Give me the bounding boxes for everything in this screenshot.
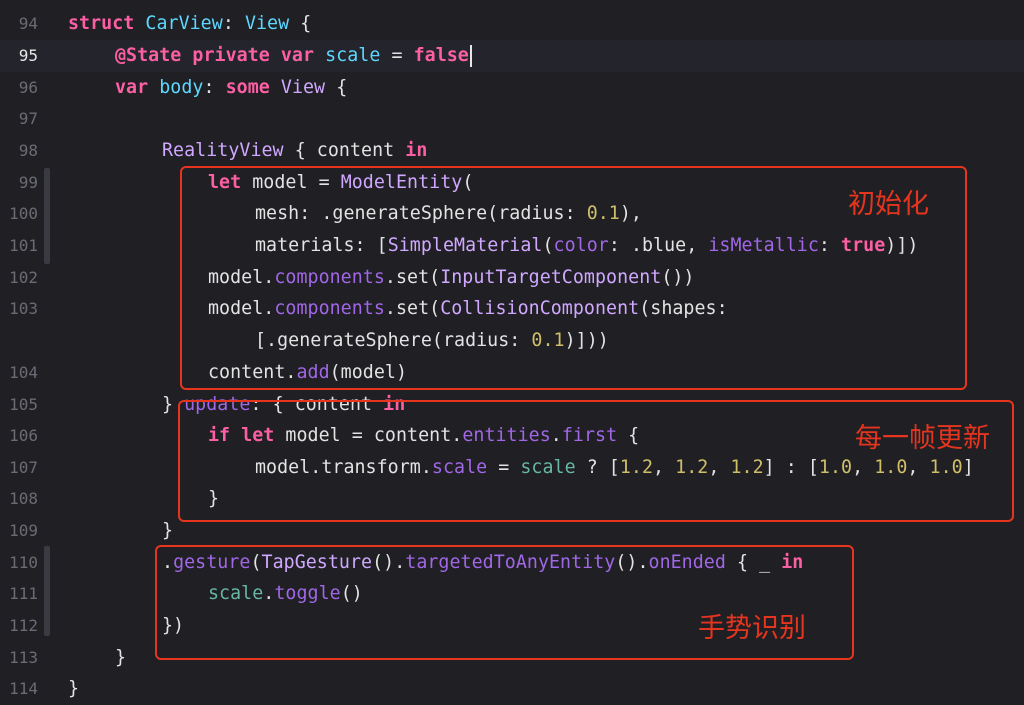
code-text: struct CarView: View { (68, 13, 312, 35)
line-number: 108 (9, 489, 38, 509)
line-number: 97 (18, 109, 38, 129)
code-line[interactable]: 114 } (0, 673, 1024, 705)
line-number: 101 (9, 236, 38, 256)
code-line-active[interactable]: 95 @State private var scale = false (0, 40, 1024, 72)
update-annotation-label: 每一帧更新 (855, 423, 990, 454)
line-number: 107 (9, 458, 38, 478)
code-text: var body: some View { (115, 77, 348, 99)
code-line[interactable]: 96 var body: some View { (0, 72, 1024, 104)
line-number: 109 (9, 521, 38, 541)
code-editor[interactable]: 94 struct CarView: View { 95 @State priv… (0, 0, 1024, 699)
line-number: 105 (9, 395, 38, 415)
code-text: @State private var scale = false (115, 44, 472, 67)
line-number: 104 (9, 363, 38, 383)
text-cursor (469, 44, 472, 67)
code-line[interactable]: 97 (0, 103, 1024, 135)
line-number: 113 (9, 648, 38, 668)
line-number: 114 (9, 679, 38, 699)
line-number: 99 (18, 173, 38, 193)
line-number: 96 (18, 78, 38, 98)
line-number: 95 (18, 46, 38, 66)
line-number: 112 (9, 616, 38, 636)
gesture-annotation-label: 手势识别 (698, 613, 806, 644)
code-text: RealityView { content in (162, 140, 428, 162)
line-number: 102 (9, 268, 38, 288)
line-number: 106 (9, 426, 38, 446)
line-number: 94 (18, 14, 38, 34)
line-number: 100 (9, 204, 38, 224)
code-line[interactable]: 98 RealityView { content in (0, 135, 1024, 167)
line-number: 111 (9, 584, 38, 604)
init-annotation-label: 初始化 (848, 189, 929, 220)
code-text: } (115, 647, 127, 669)
line-number: 98 (18, 141, 38, 161)
code-text: } (68, 678, 80, 700)
code-text: } (162, 520, 174, 542)
line-number: 110 (9, 553, 38, 573)
code-line[interactable]: 94 struct CarView: View { (0, 8, 1024, 40)
line-number: 103 (9, 299, 38, 319)
